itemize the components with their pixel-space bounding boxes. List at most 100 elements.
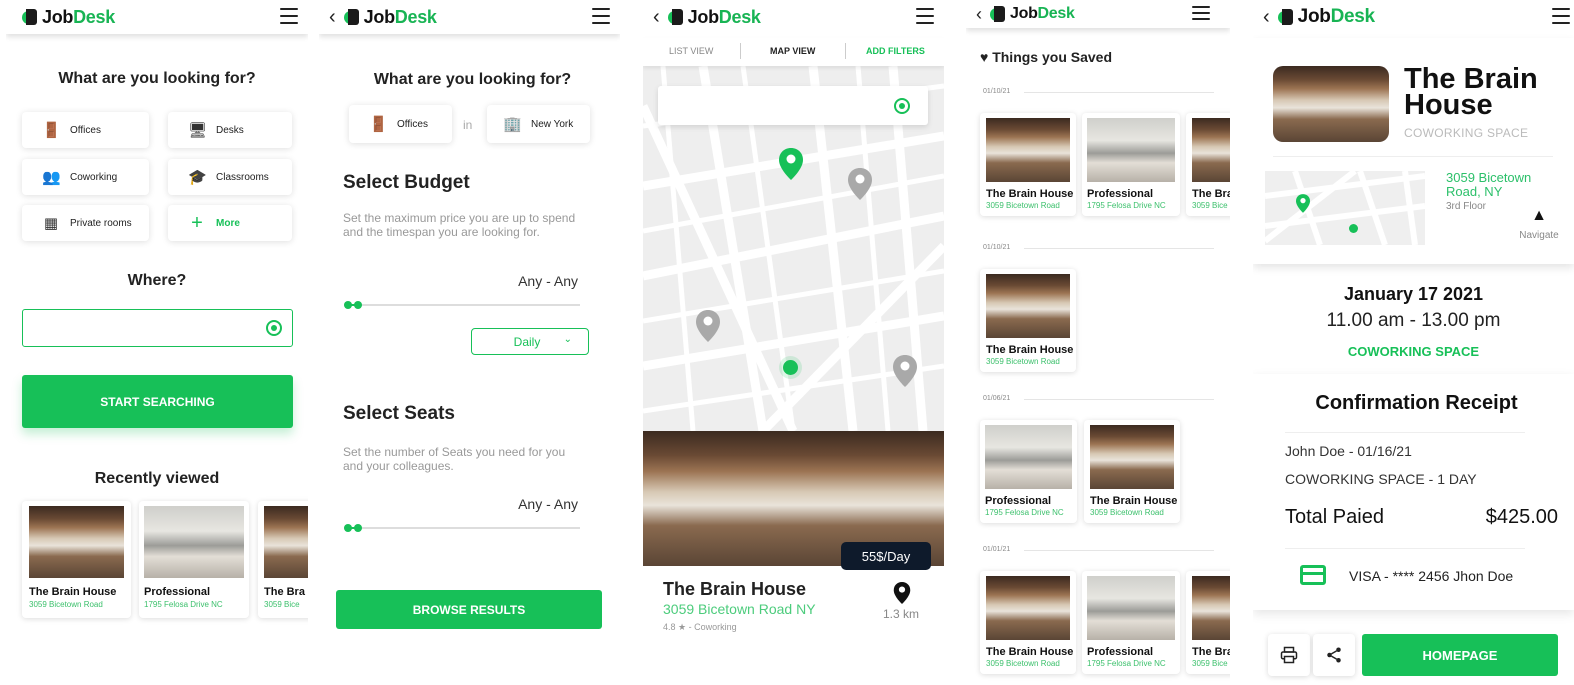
door-icon: 🚪 (369, 116, 388, 133)
start-searching-button[interactable]: START SEARCHING (22, 375, 293, 428)
slider-handle[interactable] (344, 524, 362, 532)
place-rating: 4.8 ★ - Coworking (663, 622, 737, 632)
saved-card[interactable]: The Brain House 3059 Bicetown Road (1084, 420, 1180, 523)
receipt-line-name: John Doe - 01/16/21 (1285, 443, 1412, 459)
total-label: Total Paied (1285, 506, 1384, 528)
graduation-cap-icon: 🎓 (188, 169, 207, 186)
header: ‹ Job Desk (319, 0, 620, 34)
category-classrooms[interactable]: 🎓 Classrooms (168, 159, 292, 195)
booking-space: COWORKING SPACE (1347, 344, 1480, 359)
map-pin-icon[interactable] (696, 310, 720, 342)
recent-card-2[interactable]: Professional 1795 Felosa Drive NC (139, 501, 249, 618)
tab-add-filters[interactable]: ADD FILTERS (866, 46, 925, 56)
recent-card-3[interactable]: The Bra 3059 Bice (258, 501, 308, 618)
category-offices[interactable]: 🚪 Offices (22, 112, 149, 148)
browse-results-button[interactable]: BROWSE RESULTS (336, 590, 602, 629)
page-title: What are you looking for? (373, 71, 572, 88)
place-subtitle: COWORKING SPACE (1404, 126, 1529, 140)
city-chip[interactable]: 🏢 New York (487, 105, 590, 143)
place-name: The Brain House (663, 579, 807, 599)
header: ‹ Job Desk (1253, 0, 1574, 34)
booking-time: 11.00 am - 13.00 pm (1326, 310, 1501, 331)
logo-icon (22, 9, 40, 25)
back-arrow-icon[interactable]: ‹ (329, 7, 336, 27)
screen-map: ‹ Job Desk LIST VIEW MAP VIEW ADD FILTERS (643, 0, 944, 685)
menu-icon[interactable] (1552, 8, 1570, 24)
screen-search: Job Desk What are you looking for? 🚪 Offic… (6, 0, 308, 685)
office-photo (144, 506, 244, 578)
share-button[interactable] (1313, 634, 1355, 676)
saved-card[interactable]: Professional 1795 Felosa Drive NC (980, 420, 1077, 523)
saved-card[interactable]: The Bra 3059 Bice (1186, 571, 1230, 674)
receipt-title: Confirmation Receipt (1315, 392, 1518, 414)
printer-icon (1280, 646, 1298, 664)
menu-icon[interactable] (592, 8, 610, 24)
navigate-button[interactable]: ▲ Navigate (1511, 208, 1567, 242)
crosshair-icon[interactable] (894, 98, 910, 114)
in-label: in (463, 118, 473, 132)
seats-slider[interactable] (344, 524, 580, 532)
map-search-input[interactable] (658, 86, 928, 125)
budget-slider[interactable] (344, 301, 580, 309)
print-button[interactable] (1268, 634, 1310, 676)
booking-date: January 17 2021 (1343, 284, 1484, 304)
category-coworking[interactable]: 👥 Coworking (22, 159, 149, 195)
saved-card[interactable]: The Brain House 3059 Bicetown Road (980, 269, 1076, 372)
seats-description: Set the number of Seats you need for you… (343, 445, 566, 473)
people-icon: 👥 (42, 169, 61, 186)
credit-card-icon (1300, 565, 1326, 585)
period-select[interactable]: Daily ⌄ (471, 328, 589, 355)
share-icon (1327, 647, 1341, 663)
star-icon: ★ (678, 622, 687, 632)
place-photo (1273, 66, 1389, 142)
building-icon: 🏢 (503, 116, 522, 133)
map-pin-icon[interactable] (779, 148, 803, 180)
menu-icon[interactable] (1192, 6, 1210, 20)
budget-range: Any - Any (518, 273, 578, 289)
office-photo (29, 506, 124, 578)
screen-saved: ‹ Job Desk ♥ Things you Saved 01/10/21 Th… (966, 0, 1230, 685)
location-pin-icon (893, 582, 911, 604)
back-arrow-icon[interactable]: ‹ (1263, 7, 1270, 27)
saved-card[interactable]: Professional 1795 Felosa Drive NC (1082, 113, 1180, 216)
floor: 3rd Floor (1446, 201, 1487, 212)
logo[interactable]: Job Desk (990, 5, 1075, 23)
saved-card[interactable]: The Brain House 3059 Bicetown Road (980, 571, 1076, 674)
logo-icon (1277, 9, 1296, 25)
location-input[interactable] (22, 309, 293, 347)
homepage-button[interactable]: HOMEPAGE (1362, 634, 1558, 676)
map-pin-icon[interactable] (893, 355, 917, 387)
header: ‹ Job Desk (966, 0, 1230, 28)
category-more[interactable]: + More (168, 205, 292, 241)
crosshair-icon[interactable] (266, 320, 282, 336)
category-desks[interactable]: 🖥 Desks (168, 112, 292, 148)
place-title: The Brain House (1404, 63, 1538, 121)
mini-map[interactable] (1265, 171, 1425, 245)
saved-card[interactable]: The Bra 3059 Bice (1186, 113, 1230, 216)
recent-card-1[interactable]: The Brain House 3059 Bicetown Road (22, 501, 131, 618)
back-arrow-icon[interactable]: ‹ (976, 5, 982, 23)
logo[interactable]: Job Desk (22, 7, 115, 28)
tab-list-view[interactable]: LIST VIEW (669, 46, 713, 56)
type-chip[interactable]: 🚪 Offices (349, 105, 452, 143)
slider-handle[interactable] (344, 301, 362, 309)
logo[interactable]: Job Desk (1277, 6, 1375, 28)
logo[interactable]: Job Desk (343, 7, 437, 28)
map-pin-icon[interactable] (848, 168, 872, 200)
logo-icon (667, 9, 686, 25)
saved-card[interactable]: The Brain House 3059 Bicetown Road (980, 113, 1076, 216)
back-arrow-icon[interactable]: ‹ (653, 7, 660, 27)
seats-range: Any - Any (518, 496, 578, 512)
menu-icon[interactable] (280, 8, 298, 24)
desk-icon: 🖥 (188, 122, 208, 139)
header: ‹ Job Desk (643, 0, 944, 34)
tab-map-view[interactable]: MAP VIEW (770, 46, 815, 56)
plus-icon: + (191, 211, 203, 234)
category-private-rooms[interactable]: ▦ Private rooms (22, 205, 149, 241)
screen-confirmation: ‹ Job Desk The Brain House COWORKING SPAC… (1253, 0, 1574, 685)
saved-card[interactable]: Professional 1795 Felosa Drive NC (1082, 571, 1180, 674)
logo[interactable]: Job Desk (667, 7, 761, 28)
logo-icon (990, 6, 1008, 22)
menu-icon[interactable] (916, 8, 934, 24)
current-location-dot (783, 360, 798, 375)
